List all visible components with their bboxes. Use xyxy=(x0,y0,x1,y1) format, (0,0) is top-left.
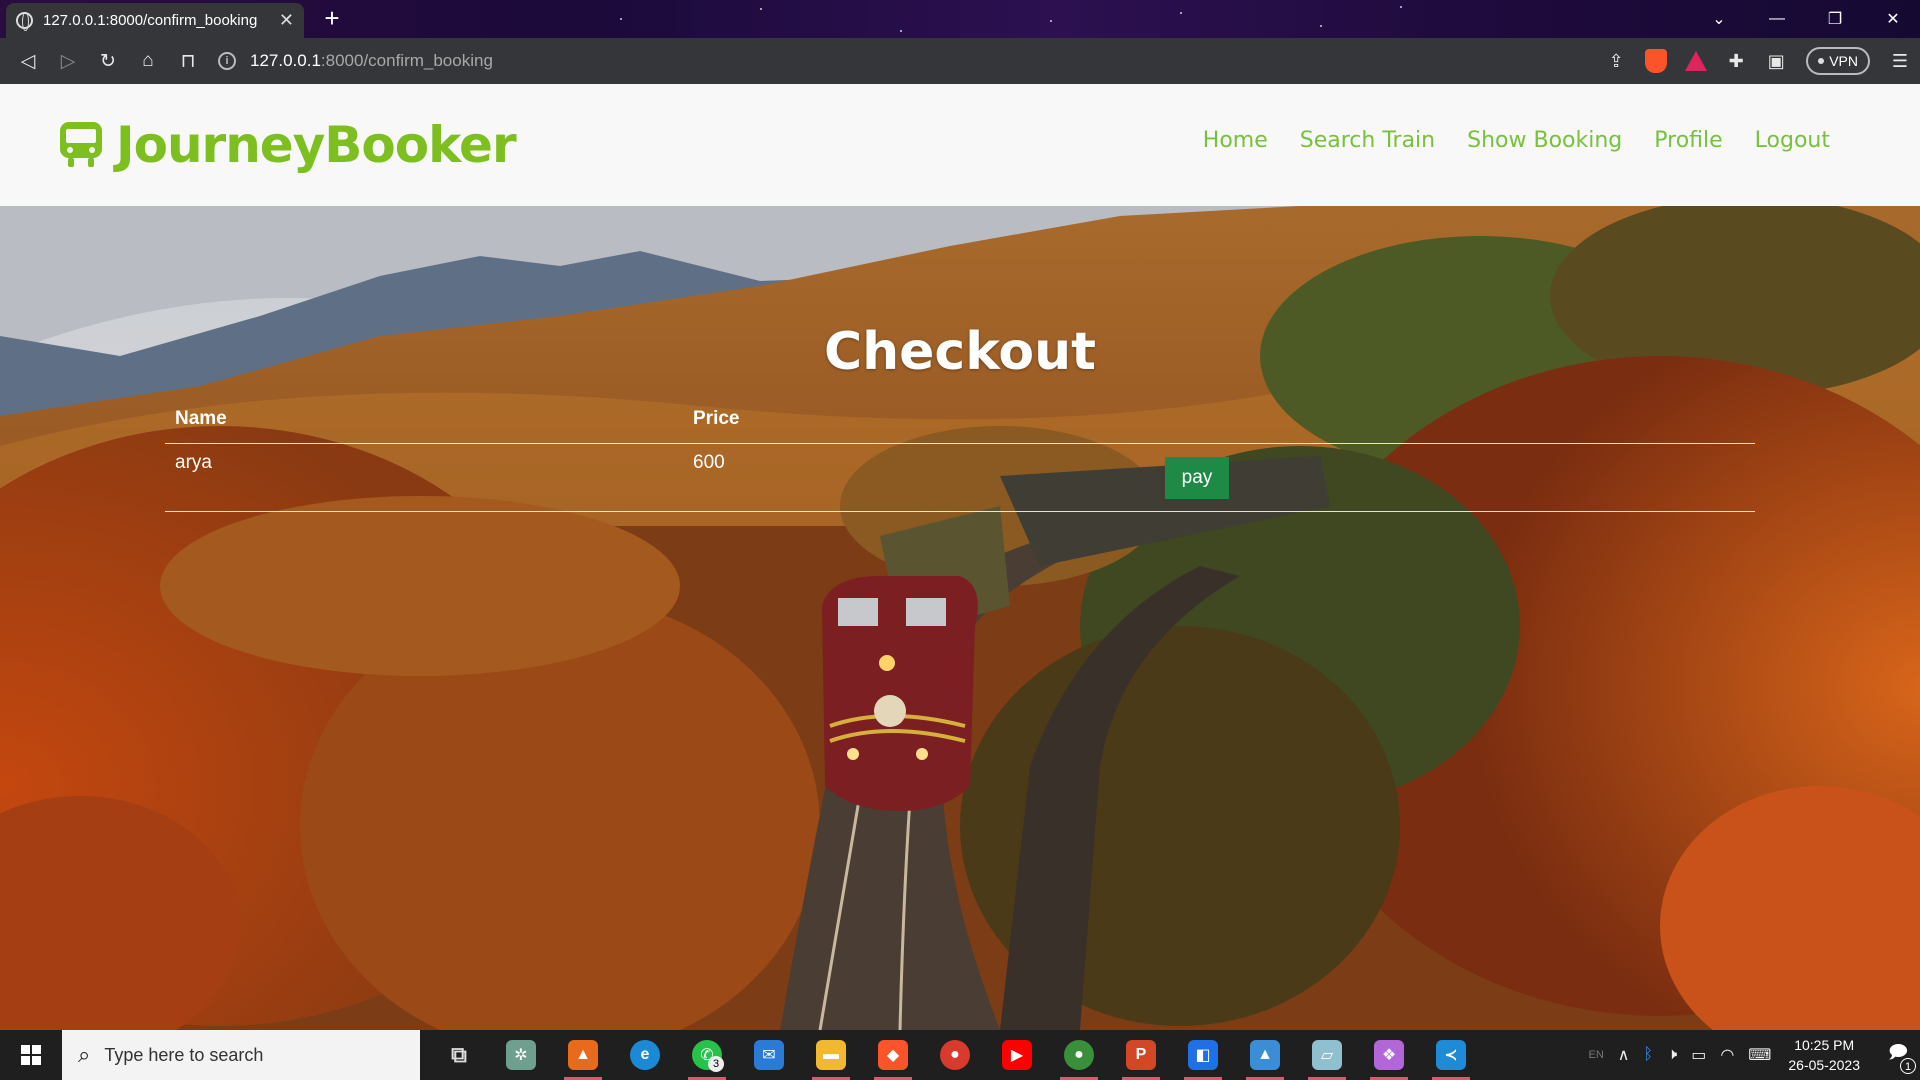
nav-show-booking[interactable]: Show Booking xyxy=(1467,128,1622,153)
forward-icon[interactable]: ▷ xyxy=(48,41,88,81)
nav-home[interactable]: Home xyxy=(1202,128,1268,210)
photos-icon[interactable]: ▲ xyxy=(1234,1030,1296,1080)
column-price-header: Price xyxy=(693,408,740,429)
close-tab-icon[interactable]: ✕ xyxy=(279,10,294,31)
train-icon xyxy=(60,122,102,167)
taskbar-apps: ⧉ ✲ ▲ e ✆ 3 ✉ ▬ ◆ ● ▶ ● P ◧ ▲ ▱ ❖ ≺ xyxy=(428,1030,1482,1080)
start-button[interactable] xyxy=(0,1030,62,1080)
whatsapp-badge: 3 xyxy=(708,1056,724,1072)
system-tray: EN ∧ ᛒ 🕨 ▭ ◠ ⌨ 10:25 PM 26-05-2023 🗩 1 xyxy=(1581,1030,1920,1080)
notification-count: 1 xyxy=(1900,1058,1916,1074)
whatsapp-icon[interactable]: ✆ 3 xyxy=(676,1030,738,1080)
checkout-title: Checkout xyxy=(823,322,1097,382)
clock-date: 26-05-2023 xyxy=(1788,1057,1860,1073)
column-name-header: Name xyxy=(175,408,227,429)
share-icon[interactable]: ⇪ xyxy=(1596,41,1636,81)
table-header: Name Price xyxy=(165,400,1755,444)
url-path: :8000/confirm_booking xyxy=(320,51,493,70)
reload-icon[interactable]: ↻ xyxy=(88,41,128,81)
app-store-icon[interactable]: ▲ xyxy=(552,1030,614,1080)
volume-muted-icon[interactable]: 🕨 xyxy=(1667,1046,1677,1064)
keyboard-icon[interactable]: ⌨ xyxy=(1748,1045,1771,1065)
wifi-icon[interactable]: ◠ xyxy=(1720,1045,1734,1065)
close-window-icon[interactable]: ✕ xyxy=(1864,0,1920,38)
chrome-profile-icon[interactable]: ● xyxy=(1048,1030,1110,1080)
task-view-icon[interactable]: ⧉ xyxy=(428,1030,490,1080)
youtube-icon[interactable]: ▶ xyxy=(986,1030,1048,1080)
nav-profile[interactable]: Profile xyxy=(1654,128,1722,153)
table-row: arya 600 pay xyxy=(165,444,1755,512)
search-icon: ⌕ xyxy=(78,1042,91,1067)
url-host: 127.0.0.1 xyxy=(250,51,321,70)
chrome-icon[interactable]: ● xyxy=(924,1030,986,1080)
chevron-up-icon[interactable]: ∧ xyxy=(1618,1045,1630,1065)
file-explorer-icon[interactable]: ▬ xyxy=(800,1030,862,1080)
site-navbar: JourneyBooker Home Search Train Show Boo… xyxy=(0,84,1920,210)
tab-search-icon[interactable]: ⌄ xyxy=(1690,0,1748,38)
back-icon[interactable]: ◁ xyxy=(8,41,48,81)
bluetooth-icon[interactable]: ᛒ xyxy=(1643,1046,1653,1064)
new-tab-button[interactable]: + xyxy=(318,5,346,33)
notification-icon[interactable]: 🗩 1 xyxy=(1876,1030,1920,1080)
toolbar-right: ⇪ ✚ ▣ VPN ☰ xyxy=(1596,38,1920,84)
restore-icon[interactable]: ❐ xyxy=(1806,0,1864,38)
windows-logo-icon xyxy=(21,1045,41,1065)
nav-search-train[interactable]: Search Train xyxy=(1300,128,1435,153)
taskbar-search[interactable]: ⌕ Type here to search xyxy=(62,1030,420,1080)
row-name: arya xyxy=(175,452,212,473)
home-icon[interactable]: ⌂ xyxy=(128,41,168,81)
powerpoint-icon[interactable]: P xyxy=(1110,1030,1172,1080)
address-bar[interactable]: i 127.0.0.1:8000/confirm_booking xyxy=(218,44,1598,78)
battery-icon[interactable]: ▭ xyxy=(1691,1045,1706,1065)
language-indicator[interactable]: EN xyxy=(1588,1049,1603,1061)
row-price: 600 xyxy=(693,452,725,473)
chatgpt-icon[interactable]: ✲ xyxy=(490,1030,552,1080)
tab-title: 127.0.0.1:8000/confirm_booking xyxy=(43,12,258,29)
search-placeholder: Type here to search xyxy=(104,1044,264,1065)
globe-icon xyxy=(16,12,33,31)
flowchart-icon[interactable]: ◧ xyxy=(1172,1030,1234,1080)
brand-logo[interactable]: JourneyBooker xyxy=(58,116,517,174)
menu-icon[interactable]: ☰ xyxy=(1880,41,1920,81)
brave-icon[interactable]: ◆ xyxy=(862,1030,924,1080)
figma-icon[interactable]: ❖ xyxy=(1358,1030,1420,1080)
checkout-table: Name Price arya 600 pay xyxy=(165,400,1755,512)
windows-taskbar: ⌕ Type here to search ⧉ ✲ ▲ e ✆ 3 ✉ ▬ ◆ ●… xyxy=(0,1030,1920,1080)
brand-name: JourneyBooker xyxy=(116,116,517,174)
clock-time: 10:25 PM xyxy=(1794,1037,1855,1053)
mail-icon[interactable]: ✉ xyxy=(738,1030,800,1080)
vpn-button[interactable]: VPN xyxy=(1806,47,1870,75)
brave-rewards-icon[interactable] xyxy=(1685,51,1708,71)
clock[interactable]: 10:25 PM 26-05-2023 xyxy=(1788,1035,1860,1075)
bookmark-icon[interactable]: ⊓ xyxy=(168,41,208,81)
edge-icon[interactable]: e xyxy=(614,1030,676,1080)
minimize-icon[interactable]: — xyxy=(1748,0,1806,38)
pay-button[interactable]: pay xyxy=(1165,457,1229,499)
wallet-icon[interactable]: ▣ xyxy=(1756,41,1796,81)
brave-shields-icon[interactable] xyxy=(1645,49,1668,73)
browser-tab[interactable]: 127.0.0.1:8000/confirm_booking ✕ xyxy=(6,3,304,38)
browser-tab-strip: 127.0.0.1:8000/confirm_booking ✕ + ⌄ — ❐… xyxy=(0,0,1920,38)
notes-icon[interactable]: ▱ xyxy=(1296,1030,1358,1080)
vscode-icon[interactable]: ≺ xyxy=(1420,1030,1482,1080)
site-info-icon[interactable]: i xyxy=(218,52,236,70)
extensions-icon[interactable]: ✚ xyxy=(1716,41,1756,81)
main-nav: Home Search Train Show Booking Profile L… xyxy=(1171,128,1830,210)
nav-logout[interactable]: Logout xyxy=(1755,128,1830,153)
